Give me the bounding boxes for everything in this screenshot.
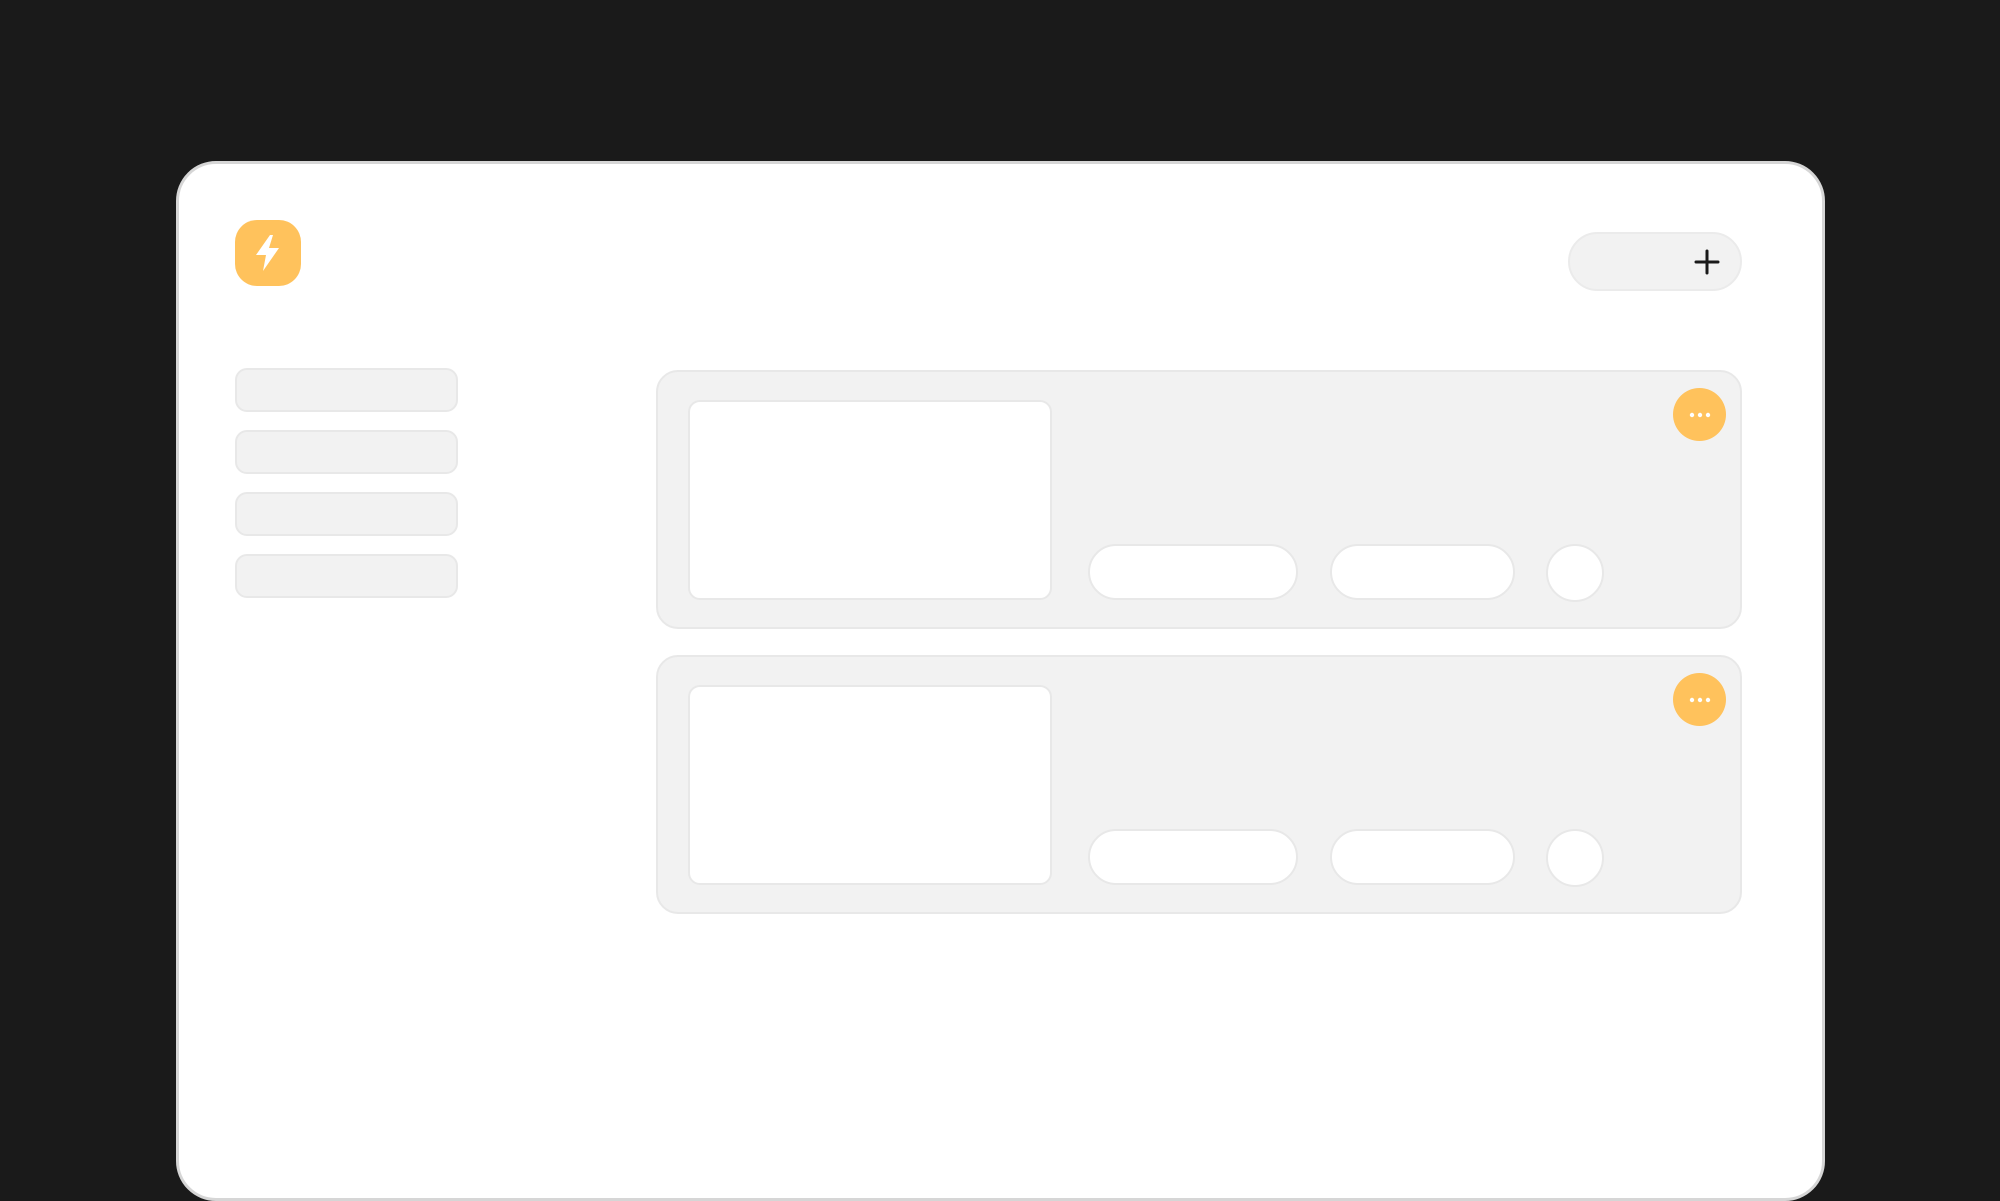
lightning-bolt-icon	[256, 235, 279, 271]
more-horizontal-icon	[1689, 412, 1710, 417]
plus-icon	[1694, 249, 1720, 274]
card-action-button[interactable]	[1330, 829, 1515, 885]
card-icon-button[interactable]	[1546, 544, 1604, 602]
content-card	[656, 370, 1742, 629]
more-options-button[interactable]	[1673, 673, 1726, 726]
card-icon-button[interactable]	[1546, 829, 1604, 887]
card-thumbnail	[688, 400, 1052, 600]
card-action-button[interactable]	[1330, 544, 1515, 600]
sidebar-item[interactable]	[235, 430, 458, 474]
sidebar-item[interactable]	[235, 368, 458, 412]
sidebar-item[interactable]	[235, 554, 458, 598]
more-options-button[interactable]	[1673, 388, 1726, 441]
add-button[interactable]	[1568, 232, 1742, 291]
sidebar	[235, 368, 458, 598]
sidebar-item[interactable]	[235, 492, 458, 536]
content-card	[656, 655, 1742, 914]
app-window	[176, 161, 1825, 1201]
card-action-button[interactable]	[1088, 544, 1298, 600]
card-action-button[interactable]	[1088, 829, 1298, 885]
app-logo	[235, 220, 301, 286]
card-thumbnail	[688, 685, 1052, 885]
more-horizontal-icon	[1689, 697, 1710, 702]
